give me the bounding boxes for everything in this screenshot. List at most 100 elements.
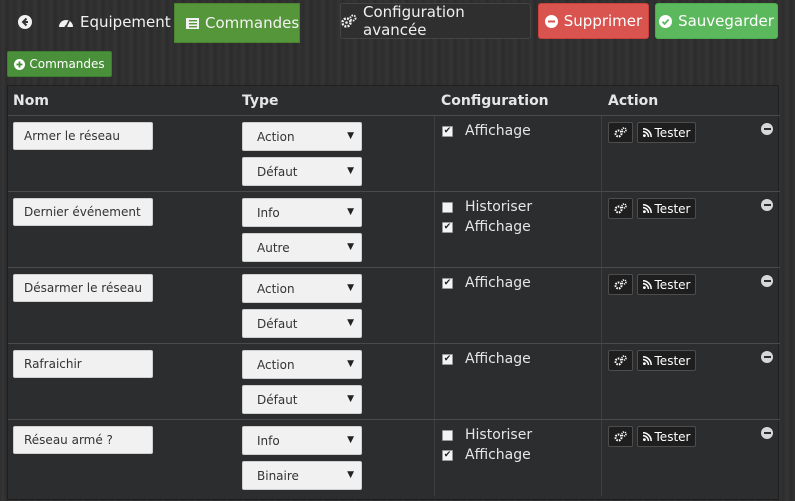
advanced-config-label: Configuration avancée [363,3,465,39]
historiser-checkbox[interactable] [442,201,453,213]
caret-down-icon: ▼ [347,166,354,176]
commands-table: Nom Type Configuration Action Armer le r… [7,85,780,500]
minus-circle-icon [544,14,558,28]
test-button[interactable]: Tester [637,426,696,447]
test-label: Tester [654,201,691,216]
subtype-select[interactable]: Défaut ▼ [242,157,362,186]
back-button[interactable] [10,2,40,42]
dashboard-gauge-icon [58,16,74,28]
affichage-checkbox[interactable]: ✔ [442,353,453,365]
command-name-input[interactable]: Réseau armé ? [13,426,153,454]
check-circle-icon [659,14,673,28]
subtype-select-value: Binaire [257,468,299,483]
advanced-config-row-button[interactable] [608,122,633,143]
advanced-config-row-button[interactable] [608,274,633,295]
option-label: Affichage [465,219,531,235]
delete-button[interactable]: Supprimer [538,3,649,39]
command-name-input[interactable]: Dernier événement [13,198,153,226]
affichage-checkbox[interactable]: ✔ [442,449,453,461]
caret-down-icon: ▼ [347,283,354,293]
cogs-icon [614,127,627,138]
test-label: Tester [654,277,691,292]
subtype-select[interactable]: Binaire ▼ [242,461,362,490]
test-button[interactable]: Tester [637,274,696,295]
rss-icon [642,356,652,365]
subtype-select-value: Défaut [257,164,298,179]
remove-command-minus-circle-icon[interactable] [761,123,773,135]
type-select[interactable]: Action ▼ [242,350,362,379]
option-affichage: ✔ Affichage [442,351,531,367]
advanced-config-row-button[interactable] [608,350,633,371]
rss-icon [642,204,652,213]
subtype-select[interactable]: Autre ▼ [242,233,362,262]
column-header-type: Type [242,93,279,109]
column-header-action: Action [608,93,659,109]
column-header-configuration: Configuration [441,93,549,109]
type-select-value: Action [257,357,295,372]
type-select-value: Action [257,281,295,296]
option-label: Historiser [465,427,533,443]
test-label: Tester [654,429,691,444]
caret-down-icon: ▼ [347,394,354,404]
subtype-select[interactable]: Défaut ▼ [242,385,362,414]
command-name-input[interactable]: Armer le réseau [13,122,153,150]
command-name-input[interactable]: Désarmer le réseau [13,274,153,302]
test-button[interactable]: Tester [637,198,696,219]
tab-commandes-label: Commandes [205,14,300,32]
caret-down-icon: ▼ [347,435,354,445]
affichage-checkbox[interactable]: ✔ [442,221,453,233]
advanced-config-button[interactable]: Configuration avancée [340,3,531,39]
historiser-checkbox[interactable] [442,429,453,441]
option-affichage: ✔ Affichage [442,447,531,463]
option-label: Affichage [465,447,531,463]
cogs-icon [341,14,357,28]
rss-icon [642,280,652,289]
save-button[interactable]: Sauvegarder [655,3,778,39]
delete-label: Supprimer [563,12,643,30]
option-label: Affichage [465,123,531,139]
option-historiser: Historiser [442,427,532,443]
advanced-config-row-button[interactable] [608,198,633,219]
tab-equipement[interactable]: Equipement [52,2,171,42]
caret-down-icon: ▼ [347,242,354,252]
subtype-select-value: Défaut [257,392,298,407]
table-row: Rafraichir Action ▼ Défaut ▼ ✔ Affichage Te… [8,344,780,420]
command-name-input[interactable]: Rafraichir [13,350,153,378]
type-select[interactable]: Info ▼ [242,198,362,227]
option-affichage: ✔ Affichage [442,219,531,235]
option-label: Affichage [465,351,531,367]
caret-down-icon: ▼ [347,470,354,480]
remove-command-minus-circle-icon[interactable] [761,199,773,211]
table-row: Réseau armé ? Info ▼ Binaire ▼ Historiser … [8,420,780,496]
affichage-checkbox[interactable]: ✔ [442,125,453,137]
test-button[interactable]: Tester [637,122,696,143]
caret-down-icon: ▼ [347,318,354,328]
rss-icon [642,128,652,137]
remove-command-minus-circle-icon[interactable] [761,427,773,439]
table-row: Dernier événement Info ▼ Autre ▼ Historise… [8,192,780,268]
top-toolbar: Equipement Commandes Configuration avanc… [0,0,795,44]
table-row: Armer le réseau Action ▼ Défaut ▼ ✔ Afficha… [8,116,780,192]
advanced-config-row-button[interactable] [608,426,633,447]
cogs-icon [614,279,627,290]
remove-command-minus-circle-icon[interactable] [761,351,773,363]
type-select[interactable]: Action ▼ [242,274,362,303]
caret-down-icon: ▼ [347,207,354,217]
type-select-value: Info [257,433,280,448]
test-button[interactable]: Tester [637,350,696,371]
option-label: Affichage [465,275,531,291]
affichage-checkbox[interactable]: ✔ [442,277,453,289]
table-header: Nom Type Configuration Action [8,86,780,116]
add-command-button[interactable]: Commandes [7,51,112,77]
type-select-value: Action [257,129,295,144]
remove-command-minus-circle-icon[interactable] [761,275,773,287]
type-select[interactable]: Info ▼ [242,426,362,455]
option-historiser: Historiser [442,199,532,215]
type-select[interactable]: Action ▼ [242,122,362,151]
cogs-icon [614,355,627,366]
subtype-select[interactable]: Défaut ▼ [242,309,362,338]
tab-equipement-label: Equipement [80,13,171,31]
subtype-select-value: Défaut [257,316,298,331]
tab-commandes[interactable]: Commandes [174,3,300,43]
type-select-value: Info [257,205,280,220]
